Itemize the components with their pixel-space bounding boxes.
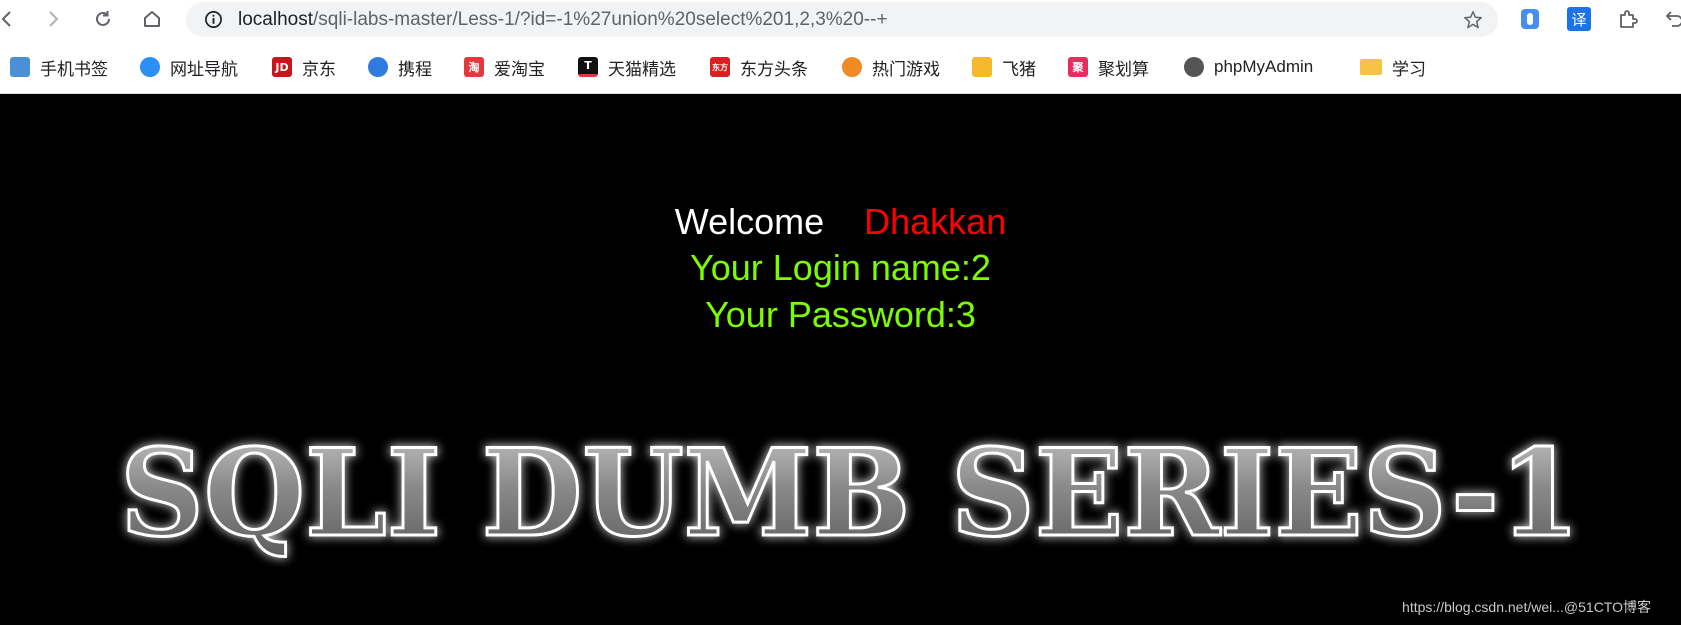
bookmark-juhuasuan[interactable]: 聚 聚划算 [1068, 55, 1149, 79]
bookmark-toutiao[interactable]: 东方 东方头条 [710, 55, 808, 79]
bookmark-folder-study[interactable]: 学习 [1360, 55, 1426, 79]
bookmark-label: 天猫精选 [608, 59, 676, 79]
back-arrow-icon [1, 11, 11, 27]
password-text: Your Password:3 [705, 294, 976, 335]
bookmark-label: 东方头条 [740, 59, 808, 79]
toutiao-icon: 东方 [710, 57, 730, 77]
puzzle-icon [1620, 10, 1638, 28]
ctrip-icon [368, 57, 388, 77]
bookmark-label: 手机书签 [40, 59, 108, 79]
undo-button[interactable] [1662, 7, 1681, 31]
bookmark-jd[interactable]: JD 京东 [272, 55, 336, 79]
tmall-icon: T [578, 57, 598, 77]
translate-extension-button[interactable]: 译 [1567, 7, 1591, 31]
fliggy-icon [972, 57, 992, 77]
bookmark-label: 飞猪 [1002, 59, 1036, 79]
folder-icon [1360, 59, 1382, 75]
bookmark-label: 热门游戏 [872, 59, 940, 79]
bookmark-label: phpMyAdmin [1214, 57, 1314, 76]
bookmark-games[interactable]: 热门游戏 [842, 55, 940, 79]
phpmyadmin-icon [1184, 57, 1204, 77]
bookmarks-bar: 手机书签 网址导航 JD 京东 携程 淘 爱淘宝 T 天猫精选 东方 东方头条 … [0, 40, 1681, 94]
username-text: Dhakkan [864, 201, 1007, 242]
jd-icon: JD [272, 57, 292, 77]
welcome-text: Welcome [674, 201, 825, 242]
taobao-icon: 淘 [464, 57, 484, 77]
bookmark-label: 携程 [398, 59, 432, 79]
watermark-text: https://blog.csdn.net/wei...@51CTO博客 [1402, 599, 1651, 615]
bookmark-taobao[interactable]: 淘 爱淘宝 [464, 55, 545, 79]
url-host: localhost [238, 9, 313, 30]
bookmark-label: 京东 [302, 59, 336, 79]
info-icon[interactable] [204, 10, 223, 29]
bookmark-tmall[interactable]: T 天猫精选 [578, 55, 676, 79]
bookmark-label: 爱淘宝 [494, 59, 545, 79]
bookmark-label: 学习 [1392, 59, 1426, 79]
url-text: localhost/sqli-labs-master/Less-1/?id=-1… [238, 9, 888, 31]
home-icon [144, 11, 160, 27]
login-name-text: Your Login name:2 [690, 247, 991, 288]
undo-icon [1665, 11, 1681, 27]
bookmark-label: 网址导航 [170, 59, 238, 79]
reload-icon [96, 11, 110, 26]
address-bar[interactable]: localhost/sqli-labs-master/Less-1/?id=-1… [186, 2, 1498, 37]
back-button[interactable] [0, 4, 22, 34]
bookmark-ctrip[interactable]: 携程 [368, 55, 432, 79]
browser-toolbar: localhost/sqli-labs-master/Less-1/?id=-1… [0, 0, 1681, 40]
welcome-line: Welcome Dhakkan [0, 201, 1681, 243]
games-icon [842, 57, 862, 77]
url-path: /sqli-labs-master/Less-1/?id=-1%27union%… [313, 9, 888, 30]
bookmark-nav[interactable]: 网址导航 [140, 55, 238, 79]
reload-button[interactable] [88, 4, 118, 34]
notes-extension-icon [1521, 9, 1539, 29]
mobile-icon [10, 57, 30, 77]
extensions-button[interactable] [1616, 7, 1640, 31]
forward-arrow-icon [49, 11, 59, 27]
home-button[interactable] [137, 4, 167, 34]
banner-text: SQLI DUMB SERIES-1 [120, 423, 1580, 564]
page-content: Welcome Dhakkan Your Login name:2 Your Pa… [0, 95, 1681, 625]
bookmark-star-icon[interactable] [1462, 9, 1484, 31]
nav-icon [140, 57, 160, 77]
extension-notes-button[interactable] [1518, 7, 1542, 31]
bookmark-mobile[interactable]: 手机书签 [10, 55, 108, 79]
sqli-dumb-series-banner: SQLI DUMB SERIES-1 [119, 422, 1582, 566]
bookmark-fliggy[interactable]: 飞猪 [972, 55, 1036, 79]
forward-button[interactable] [38, 4, 68, 34]
bookmark-label: 聚划算 [1098, 59, 1149, 79]
bookmark-phpmyadmin[interactable]: phpMyAdmin [1184, 55, 1313, 79]
juhuasuan-icon: 聚 [1068, 57, 1088, 77]
